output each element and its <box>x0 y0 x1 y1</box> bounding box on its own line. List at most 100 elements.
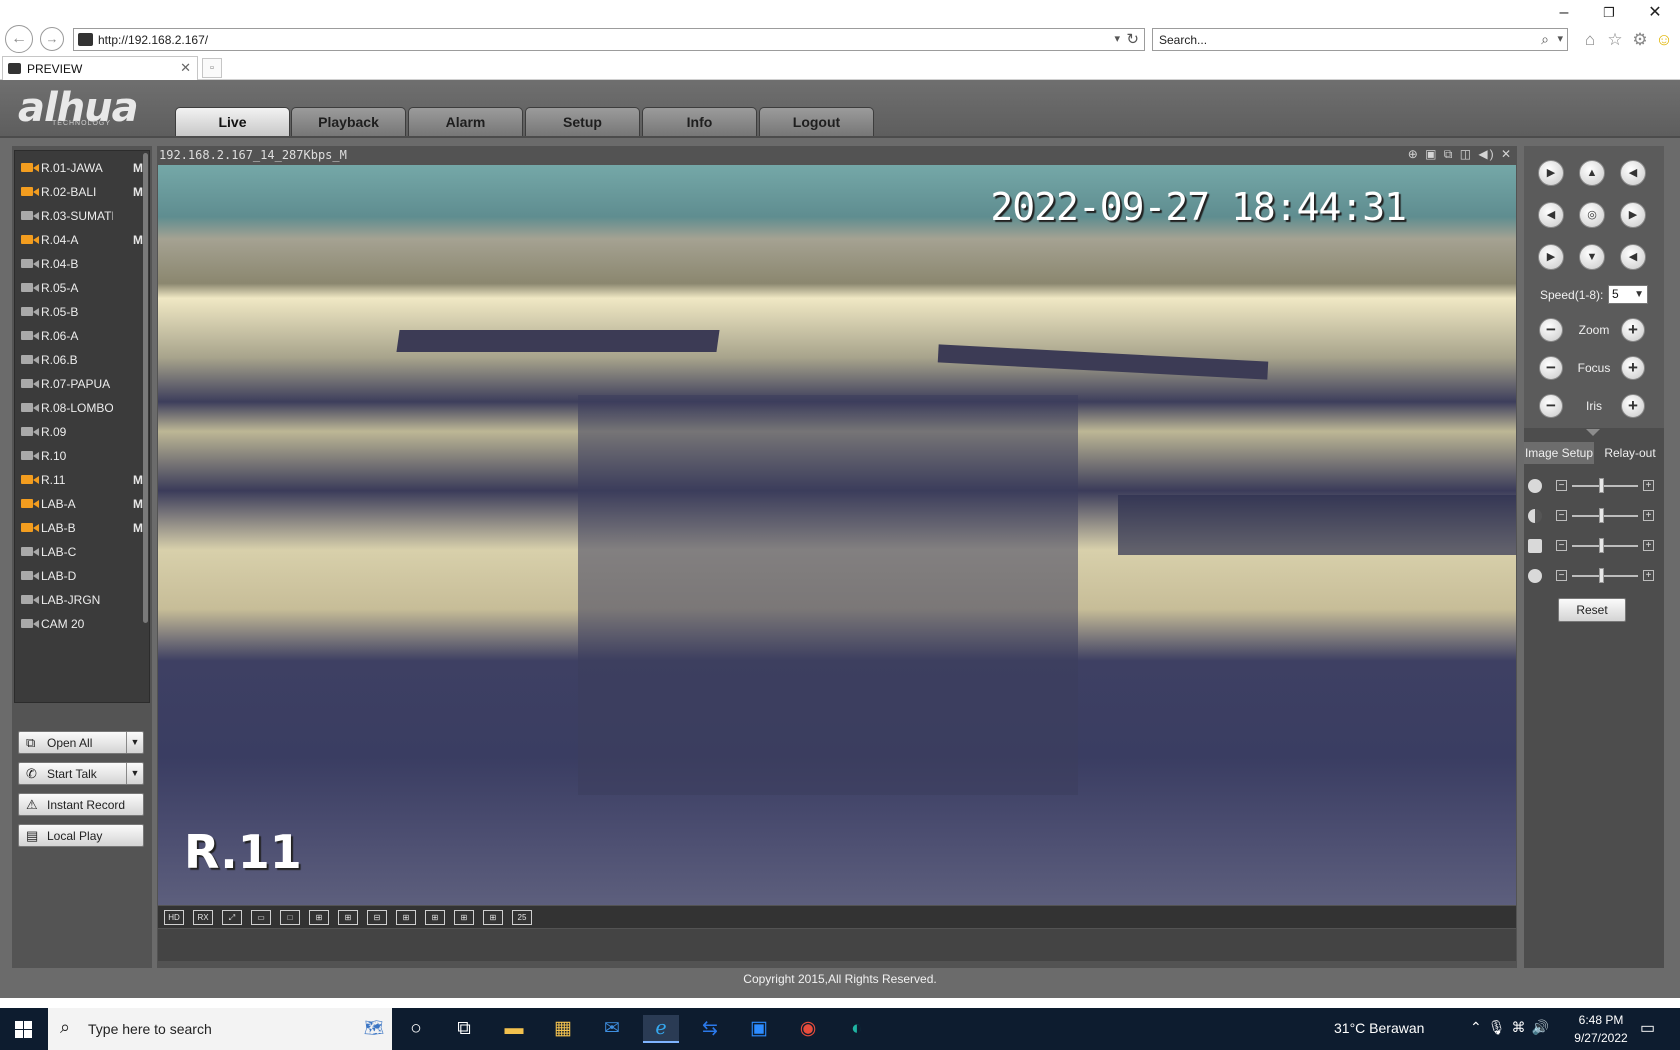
cortana-icon[interactable]: ○ <box>398 1015 434 1043</box>
instant-record-button[interactable]: ⚠ Instant Record <box>18 793 144 816</box>
ptz-down-icon[interactable]: ▼ <box>1579 244 1605 270</box>
ptz-up-right-icon[interactable]: ◀ <box>1620 160 1646 186</box>
channel-item[interactable]: R.06.B <box>15 349 147 371</box>
restore-icon[interactable]: ❐ <box>1589 2 1629 24</box>
browser-search-input[interactable]: Search... ⌕ ▾ <box>1152 28 1568 51</box>
layout-button[interactable]: ⊞ <box>483 910 503 925</box>
refresh-icon[interactable]: ↻ <box>1126 30 1139 48</box>
contrast-thumb[interactable] <box>1599 508 1604 523</box>
saturation-thumb[interactable] <box>1599 538 1604 553</box>
layout-button[interactable]: ⤢ <box>222 910 242 925</box>
open-all-dropdown-icon[interactable]: ▼ <box>126 732 143 753</box>
notification-icon[interactable]: ▭ <box>1640 1018 1655 1038</box>
layout-button[interactable]: ⊞ <box>309 910 329 925</box>
channel-item[interactable]: R.11 M <box>15 469 147 491</box>
channel-item[interactable]: LAB-C <box>15 541 147 563</box>
search-icon[interactable]: ⌕ <box>1541 31 1549 48</box>
close-window-icon[interactable]: ✕ <box>1635 2 1675 24</box>
channel-item[interactable]: R.04-A M <box>15 229 147 251</box>
file-explorer-icon[interactable]: ▬ <box>496 1015 532 1043</box>
back-icon[interactable]: ← <box>5 25 33 53</box>
channel-item[interactable]: R.09 <box>15 421 147 443</box>
edge-icon[interactable]: ◐ <box>839 1015 875 1043</box>
saturation-track[interactable] <box>1572 545 1638 547</box>
minimize-icon[interactable]: – <box>1544 2 1584 24</box>
address-dropdown-icon[interactable]: ▾ <box>1114 32 1120 45</box>
ptz-up-left-icon[interactable]: ▶ <box>1538 160 1564 186</box>
channel-item[interactable]: R.07-PAPUA <box>15 373 147 395</box>
speed-select[interactable]: 5 ▼ <box>1608 285 1648 304</box>
brightness-track[interactable] <box>1572 485 1638 487</box>
ptz-left-icon[interactable]: ◀ <box>1538 202 1564 228</box>
task-view-icon[interactable]: ⧉ <box>446 1015 482 1043</box>
channel-list-scrollbar[interactable] <box>143 153 148 623</box>
hue-thumb[interactable] <box>1599 568 1604 583</box>
layout-button[interactable]: ⊟ <box>367 910 387 925</box>
forward-icon[interactable]: → <box>40 27 64 51</box>
start-talk-button[interactable]: ✆ Start Talk ▼ <box>18 762 144 785</box>
collapse-arrow-icon[interactable] <box>1586 429 1600 436</box>
store-icon[interactable]: ▦ <box>545 1015 581 1043</box>
zoom-app-icon[interactable]: ▣ <box>741 1015 777 1043</box>
contrast-plus-button[interactable]: + <box>1643 510 1654 521</box>
new-tab-icon[interactable]: ▫ <box>202 58 222 78</box>
zoom-in-button[interactable]: + <box>1621 318 1645 342</box>
feedback-smiley-icon[interactable]: ☺ <box>1652 28 1676 52</box>
layout-button[interactable]: HD <box>164 910 184 925</box>
layout-button[interactable]: 25 <box>512 910 532 925</box>
hue-minus-button[interactable]: − <box>1556 570 1567 581</box>
clock-time[interactable]: 6:48 PM <box>1566 1013 1636 1027</box>
brightness-thumb[interactable] <box>1599 478 1604 493</box>
video-toolbar-icons[interactable]: ⊕ ▣ ⧉ ◫ ◀) ✕ <box>1408 147 1513 162</box>
channel-item[interactable]: LAB-A M <box>15 493 147 515</box>
open-all-button[interactable]: ⧉ Open All ▼ <box>18 731 144 754</box>
tab-playback[interactable]: Playback <box>291 107 406 136</box>
brightness-minus-button[interactable]: − <box>1556 480 1567 491</box>
system-tray-icons[interactable]: ⌃🎙⌘🔊 <box>1470 1019 1555 1036</box>
tab-image-setup[interactable]: Image Setup <box>1524 442 1594 464</box>
layout-button[interactable]: ⊞ <box>338 910 358 925</box>
start-windows-icon[interactable] <box>0 1008 48 1050</box>
live-video-view[interactable]: 2022-09-27 18:44:31 R.11 <box>158 165 1516 905</box>
channel-item[interactable]: R.08-LOMBOK <box>15 397 147 419</box>
ptz-down-left-icon[interactable]: ▶ <box>1538 244 1564 270</box>
channel-item[interactable]: CAM 20 <box>15 613 147 635</box>
contrast-track[interactable] <box>1572 515 1638 517</box>
tab-live[interactable]: Live <box>175 107 290 136</box>
channel-item[interactable]: R.01-JAWA M <box>15 157 147 179</box>
channel-item[interactable]: R.05-A <box>15 277 147 299</box>
favorites-star-icon[interactable]: ☆ <box>1603 28 1627 52</box>
teamviewer-icon[interactable]: ⇆ <box>692 1015 728 1043</box>
tab-close-icon[interactable]: ✕ <box>180 60 191 76</box>
start-talk-dropdown-icon[interactable]: ▼ <box>126 763 143 784</box>
layout-button[interactable]: RX <box>193 910 213 925</box>
channel-item[interactable]: R.10 <box>15 445 147 467</box>
settings-gear-icon[interactable]: ⚙ <box>1628 28 1652 52</box>
saturation-minus-button[interactable]: − <box>1556 540 1567 551</box>
clock-date[interactable]: 9/27/2022 <box>1566 1031 1636 1045</box>
channel-item[interactable]: LAB-D <box>15 565 147 587</box>
chrome-icon[interactable]: ◉ <box>790 1015 826 1043</box>
weather-text[interactable]: 31°C Berawan <box>1334 1020 1424 1036</box>
saturation-plus-button[interactable]: + <box>1643 540 1654 551</box>
brightness-plus-button[interactable]: + <box>1643 480 1654 491</box>
ptz-right-icon[interactable]: ▶ <box>1620 202 1646 228</box>
internet-explorer-icon[interactable]: ℯ <box>643 1015 679 1043</box>
channel-item[interactable]: LAB-B M <box>15 517 147 539</box>
mail-icon[interactable]: ✉ <box>594 1015 630 1043</box>
tab-relay-out[interactable]: Relay-out <box>1596 442 1664 464</box>
channel-item[interactable]: R.02-BALI M <box>15 181 147 203</box>
tab-alarm[interactable]: Alarm <box>408 107 523 136</box>
search-dropdown-icon[interactable]: ▾ <box>1557 32 1563 45</box>
layout-button[interactable]: ⊞ <box>454 910 474 925</box>
channel-item[interactable]: R.03-SUMATERA <box>15 205 147 227</box>
tab-logout[interactable]: Logout <box>759 107 874 136</box>
home-icon[interactable]: ⌂ <box>1578 28 1602 52</box>
tab-setup[interactable]: Setup <box>525 107 640 136</box>
channel-item[interactable]: R.05-B <box>15 301 147 323</box>
address-bar[interactable]: http://192.168.2.167/ ▾ ↻ <box>73 28 1145 51</box>
channel-item[interactable]: R.06-A <box>15 325 147 347</box>
tab-info[interactable]: Info <box>642 107 757 136</box>
ptz-down-right-icon[interactable]: ◀ <box>1620 244 1646 270</box>
ptz-up-icon[interactable]: ▲ <box>1579 160 1605 186</box>
